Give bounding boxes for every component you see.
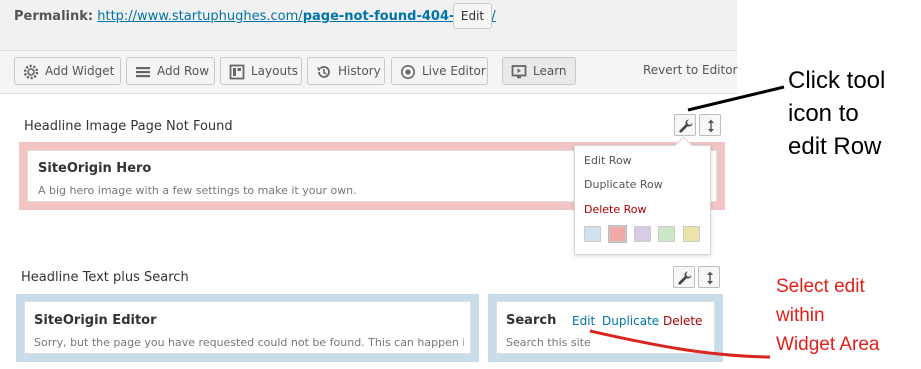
move-vertical-icon (708, 119, 714, 133)
row-move-handle[interactable] (699, 114, 721, 136)
eye-icon (400, 63, 416, 79)
color-swatch-red[interactable] (608, 225, 627, 243)
annotation-line: Click tool (788, 67, 886, 94)
menu-lines-icon (135, 63, 151, 79)
menu-item-delete-row[interactable]: Delete Row (584, 203, 647, 216)
layout-icon (229, 63, 245, 80)
permalink-edit-button[interactable]: Edit (453, 3, 492, 29)
widget-title: SiteOrigin Hero (38, 161, 152, 176)
widget-description: A big hero image with a few settings to … (38, 184, 357, 197)
live-editor-label: Live Editor (422, 64, 486, 78)
annotation-line: Select edit (776, 276, 865, 297)
learn-label: Learn (533, 64, 567, 78)
permalink-url-tail: / (491, 9, 496, 24)
annotation-line: within (776, 305, 825, 326)
history-icon (316, 63, 332, 79)
layouts-button[interactable]: Layouts (220, 57, 302, 85)
color-swatch-blue[interactable] (584, 226, 601, 242)
move-vertical-icon (707, 271, 713, 285)
widget-card[interactable]: SiteOrigin Editor Sorry, but the page yo… (24, 301, 471, 354)
widget-card[interactable]: Search Edit Duplicate Delete Search this… (496, 301, 715, 354)
permalink: Permalink: http://www.startuphughes.com/… (14, 6, 496, 28)
permalink-link[interactable]: http://www.startuphughes.com/page-not-fo… (97, 9, 496, 24)
menu-item-edit-row[interactable]: Edit Row (584, 154, 632, 167)
wrench-icon (679, 119, 693, 133)
gear-icon (23, 63, 39, 80)
annotation-line: Widget Area (776, 334, 880, 355)
layouts-label: Layouts (251, 64, 299, 78)
widget-title: Search (506, 313, 557, 328)
row-settings-button[interactable] (673, 266, 695, 288)
learn-button[interactable]: Learn (502, 57, 576, 85)
menu-item-duplicate-row[interactable]: Duplicate Row (584, 178, 663, 191)
row-title: Headline Text plus Search (21, 270, 189, 285)
row-settings-button[interactable] (674, 114, 696, 136)
widget-description: Sorry, but the page you have requested c… (34, 336, 464, 349)
row-title: Headline Image Page Not Found (24, 119, 233, 134)
video-icon (511, 63, 527, 79)
annotation-edit-text: Select edit within Widget Area (776, 272, 880, 359)
add-row-label: Add Row (157, 64, 210, 78)
history-button[interactable]: History (307, 57, 385, 85)
wrench-icon (678, 271, 692, 285)
history-label: History (338, 64, 381, 78)
annotation-line: edit Row (788, 133, 882, 160)
color-swatch-purple[interactable] (634, 226, 651, 242)
permalink-url-base: http://www.startuphughes.com/ (97, 9, 303, 24)
revert-to-editor-link[interactable]: Revert to Editor (643, 63, 738, 77)
widget-edit-link[interactable]: Edit (572, 314, 595, 328)
add-row-button[interactable]: Add Row (126, 57, 215, 85)
widget-description: Search this site (506, 336, 591, 349)
add-widget-label: Add Widget (45, 64, 115, 78)
color-swatch-green[interactable] (658, 226, 675, 242)
widget-duplicate-link[interactable]: Duplicate (602, 314, 659, 328)
live-editor-button[interactable]: Live Editor (391, 57, 488, 85)
widget-title: SiteOrigin Editor (34, 313, 157, 328)
color-swatch-yellow[interactable] (683, 226, 700, 242)
widget-delete-link[interactable]: Delete (663, 314, 702, 328)
annotation-line: icon to (788, 100, 859, 127)
row-move-handle[interactable] (698, 266, 720, 288)
permalink-label: Permalink: (14, 9, 94, 24)
add-widget-button[interactable]: Add Widget (14, 57, 121, 85)
annotation-tool-text: Click tool icon to edit Row (788, 64, 885, 163)
